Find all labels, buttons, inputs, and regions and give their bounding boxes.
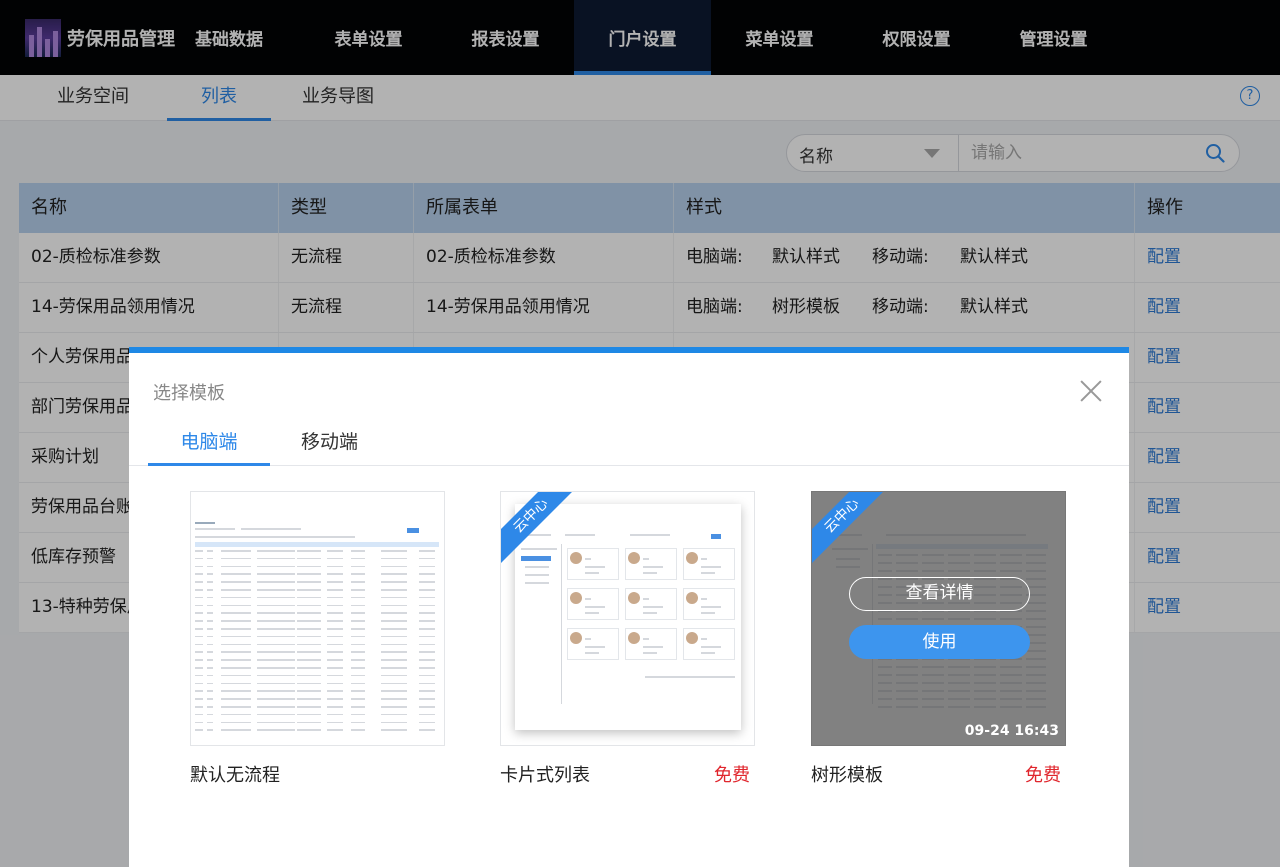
template-card-tree[interactable]: 云中心 查看详情 使用 09-24 16:43 树形模板 免费 [811, 491, 1066, 786]
template-thumbnail: 云中心 查看详情 使用 09-24 16:43 [811, 491, 1066, 746]
template-timestamp: 09-24 16:43 [964, 723, 1059, 739]
app-root: 劳保用品管理 基础数据 表单设置 报表设置 门户设置 菜单设置 权限设置 管理设… [0, 0, 1280, 867]
template-name: 卡片式列表 [500, 765, 590, 786]
tab-mobile[interactable]: 移动端 [301, 425, 358, 466]
modal-tabs: 电脑端 移动端 [129, 425, 1129, 466]
preview-image [191, 492, 444, 745]
template-thumbnail [190, 491, 445, 746]
template-price: 免费 [1025, 765, 1061, 786]
template-price: 免费 [714, 765, 750, 786]
modal-title: 选择模板 [153, 383, 225, 404]
preview-image [515, 504, 741, 730]
template-thumbnail: 云中心 [500, 491, 755, 746]
template-card-card-list[interactable]: 云中心 卡片式列表 免费 [500, 491, 755, 786]
close-icon[interactable] [1079, 379, 1103, 403]
tab-pc[interactable]: 电脑端 [148, 425, 270, 466]
view-details-button[interactable]: 查看详情 [849, 577, 1030, 611]
hover-mask [812, 492, 1065, 745]
template-modal: 选择模板 电脑端 移动端 默认无流程 云中心 卡片式列表 免费 云中心 查看详情… [129, 347, 1129, 867]
template-card-default[interactable]: 默认无流程 [190, 491, 445, 786]
template-name: 默认无流程 [190, 765, 280, 786]
use-button[interactable]: 使用 [849, 625, 1030, 659]
template-name: 树形模板 [811, 765, 883, 786]
